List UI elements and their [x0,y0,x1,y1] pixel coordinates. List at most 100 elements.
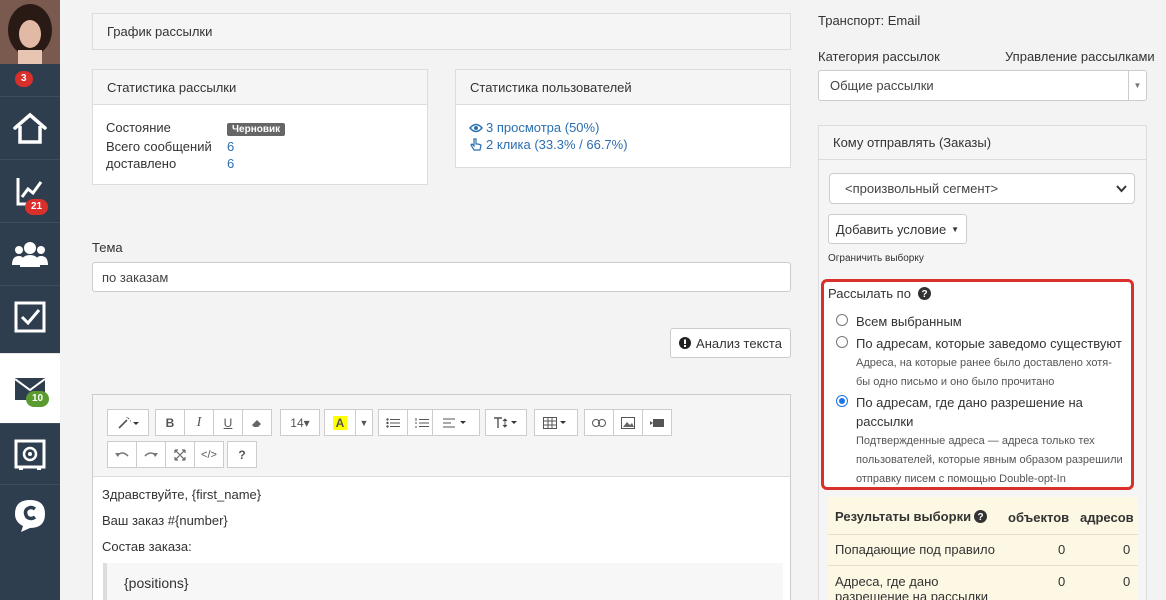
category-label: Категория рассылок [818,49,940,64]
editor-toolbar: B I U 14 ▾ A ▼ </> ? [93,395,790,477]
segment-value: <произвольный сегмент> [845,181,999,196]
svg-text:?: ? [921,289,927,300]
video-icon [650,418,664,427]
app-root: 3 21 10 График рассылки Статистика рассы… [0,0,1166,600]
manage-mailings-link[interactable]: Управление рассылками [1005,49,1155,64]
align-left-icon [443,418,466,427]
table-dropdown[interactable] [534,409,578,436]
add-condition-label: Добавить условие [835,221,947,237]
align-dropdown[interactable] [432,409,480,436]
row1-label: Попадающие под правило [835,542,996,557]
eye-icon [469,123,483,132]
image-button[interactable] [613,409,643,436]
add-condition-button[interactable]: Добавить условие ▼ [828,214,967,244]
help-button[interactable]: ? [227,441,257,468]
schedule-panel-title[interactable]: График рассылки [93,14,790,49]
views-link[interactable]: 3 просмотра (50%) [486,119,599,136]
magic-style-button[interactable] [107,409,149,436]
magic-wand-icon [118,416,139,429]
fullscreen-button[interactable] [165,441,195,468]
radio-all-button[interactable] [836,314,848,326]
segment-select[interactable]: <произвольный сегмент> [829,173,1135,204]
link-icon [592,418,606,427]
col-addresses-header: адресов [1080,510,1134,525]
radio-existing-description: Адреса, на которые ранее было доставлено… [856,357,1112,388]
limit-selection-link[interactable]: Ограничить выборку [828,253,924,264]
redo-icon [144,451,158,457]
user-stats-title: Статистика пользователей [456,70,790,105]
editor-line-greeting[interactable]: Здравствуйте, {first_name} [102,487,261,502]
radio-existing-button[interactable] [836,336,848,348]
radio-permitted-label: По адресам, где дано разрешение на рассы… [856,395,1083,429]
subject-input[interactable]: по заказам [92,262,791,292]
pointer-hand-icon [470,137,482,151]
rich-text-editor: B I U 14 ▾ A ▼ </> ? Здравствуйте, {firs… [92,394,791,600]
divider [828,565,1138,566]
line-height-dropdown[interactable] [485,409,527,436]
home-icon [13,112,47,144]
font-size-dropdown[interactable]: 14 ▾ [280,409,320,436]
checkbox-icon [14,301,46,332]
safe-icon [14,439,46,470]
row2-label: Адреса, где дано разрешение на рассылки [835,574,989,600]
italic-button[interactable]: I [184,409,214,436]
row1-objects: 0 [1058,542,1066,557]
sidebar-item-safe[interactable] [0,423,60,485]
row2-addresses: 0 [1123,574,1131,589]
editor-line-contents[interactable]: Состав заказа: [102,539,192,554]
help-icon[interactable]: ? [917,287,931,300]
chat-logo-icon [15,499,45,532]
undo-button[interactable] [107,441,137,468]
radio-permitted-addresses[interactable]: По адресам, где дано разрешение на рассы… [836,393,1126,489]
clicks-link[interactable]: 2 клика (33.3% / 66.7%) [486,136,628,153]
delivered-value-link[interactable]: 6 [227,155,234,172]
sidebar-item-chat[interactable] [0,484,60,546]
schedule-panel[interactable]: График рассылки [92,13,791,50]
notifications-badge: 3 [15,71,33,87]
font-size-value: 14 [290,415,304,430]
sidebar-item-tasks[interactable] [0,285,60,347]
radio-existing-addresses[interactable]: По адресам, которые заведомо существуют … [836,334,1126,392]
editor-line-order[interactable]: Ваш заказ #{number} [102,513,228,528]
sidebar-item-mail[interactable]: 10 [0,353,60,423]
sidebar-item-users[interactable] [0,222,60,284]
radio-all-selected[interactable]: Всем выбранным [836,312,1126,331]
text-color-button[interactable]: A [324,409,356,436]
results-title-text: Результаты выборки [835,509,972,524]
analyze-text-button[interactable]: Анализ текста [670,328,791,358]
divider [828,534,1138,535]
avatar-image [0,0,60,64]
recipients-title: Кому отправлять (Заказы) [819,126,1146,160]
help-icon[interactable]: ? [974,510,988,523]
underline-button[interactable]: U [213,409,243,436]
code-view-button[interactable]: </> [194,441,224,468]
link-button[interactable] [584,409,614,436]
clear-format-button[interactable] [242,409,272,436]
total-value-link[interactable]: 6 [227,138,234,155]
radio-permitted-description: Подтвержденные адреса — адреса только те… [856,435,1123,485]
eraser-icon [252,419,261,427]
svg-text:?: ? [978,512,984,523]
subject-value: по заказам [102,269,169,285]
chevron-down-icon: ▼ [1128,71,1146,100]
radio-existing-label: По адресам, которые заведомо существуют [856,336,1122,351]
color-dropdown-button[interactable]: ▼ [355,409,373,436]
redo-button[interactable] [136,441,166,468]
bullet-list-icon [386,417,400,428]
category-select[interactable]: Общие рассылки ▼ [818,70,1147,101]
results-table: Результаты выборки ? объектов адресов По… [828,497,1138,600]
sidebar-item-home[interactable] [0,96,60,158]
editor-blockquote[interactable]: {positions} [103,563,783,600]
delivered-label: доставлено [106,156,177,171]
line-height-icon [494,416,517,428]
sidebar-item-analytics[interactable]: 21 [0,159,60,221]
bold-button[interactable]: B [155,409,185,436]
radio-permitted-button[interactable] [836,395,848,407]
analytics-badge: 21 [25,199,49,215]
video-button[interactable] [642,409,672,436]
text-color-icon: A [332,415,348,430]
bullet-list-button[interactable] [378,409,408,436]
table-icon [543,416,566,429]
mail-stats-panel: Статистика рассылки Состояние Черновик В… [92,69,428,185]
avatar[interactable] [0,0,60,64]
